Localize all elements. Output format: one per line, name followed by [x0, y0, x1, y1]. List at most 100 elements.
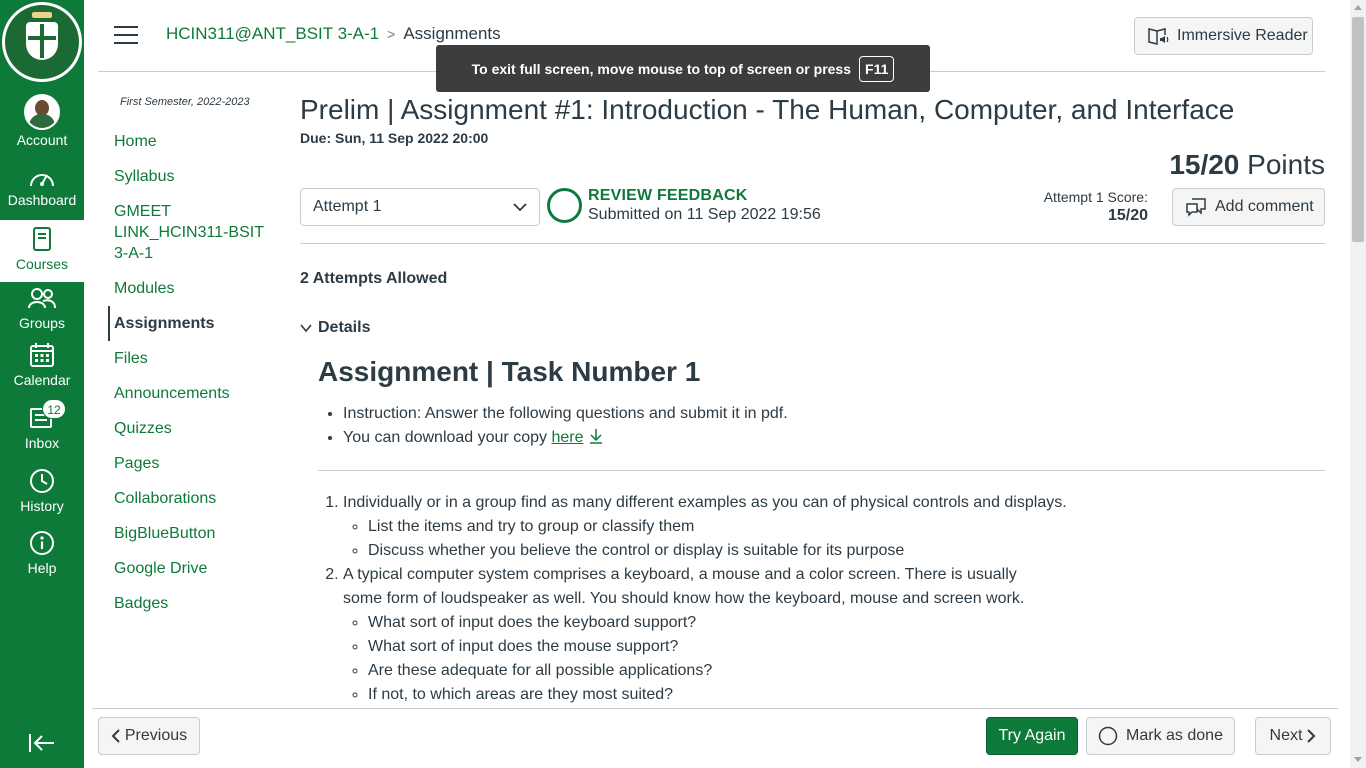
sub-question-item: What sort of input does the mouse suppor…	[368, 635, 1325, 659]
course-nav-collaborations[interactable]: Collaborations	[108, 481, 278, 516]
download-icon[interactable]	[588, 428, 604, 444]
module-footer: Previous Try Again Mark as done Next	[84, 709, 1350, 768]
nav-account[interactable]: Account	[0, 94, 84, 148]
fullscreen-toast-message: To exit full screen, move mouse to top o…	[471, 60, 852, 77]
fullscreen-exit-toast: To exit full screen, move mouse to top o…	[436, 45, 930, 92]
breadcrumb: HCIN311@ANT_BSIT 3-A-1 > Assignments	[166, 23, 501, 45]
scroll-down-arrow-icon[interactable]	[1354, 757, 1362, 762]
add-comment-button[interactable]: Add comment	[1172, 188, 1325, 226]
course-nav-quizzes[interactable]: Quizzes	[108, 411, 278, 446]
school-logo[interactable]	[2, 2, 82, 82]
download-here-link[interactable]: here	[551, 429, 583, 446]
question-item: Individually or in a group find as many …	[343, 491, 1325, 563]
nav-calendar-label: Calendar	[13, 372, 71, 388]
dashboard-icon	[30, 174, 54, 187]
page-scrollbar[interactable]	[1350, 0, 1366, 768]
task-heading: Assignment | Task Number 1	[318, 356, 701, 387]
sub-question-list: List the items and try to group or class…	[368, 515, 1325, 563]
try-again-button[interactable]: Try Again	[986, 717, 1078, 755]
nav-courses[interactable]: Courses	[0, 220, 84, 282]
nav-help-label: Help	[27, 560, 57, 576]
fullscreen-key-badge: F11	[859, 55, 895, 82]
nav-history-label: History	[20, 498, 64, 514]
details-toggle[interactable]: Details	[300, 319, 370, 337]
mark-as-done-button[interactable]: Mark as done	[1086, 717, 1235, 755]
sub-question-item: If not, to which areas are they most sui…	[368, 683, 1325, 707]
immersive-reader-button[interactable]: Immersive Reader	[1134, 17, 1313, 55]
breadcrumb-course-link[interactable]: HCIN311@ANT_BSIT 3-A-1	[166, 24, 379, 43]
points-label: Points	[1247, 149, 1325, 180]
previous-button[interactable]: Previous	[98, 717, 200, 755]
course-nav-announcements[interactable]: Announcements	[108, 376, 278, 411]
mark-as-done-label: Mark as done	[1126, 727, 1223, 744]
nav-dashboard[interactable]: Dashboard	[0, 166, 84, 208]
chevron-left-icon	[111, 729, 120, 743]
course-nav-assignments[interactable]: Assignments	[108, 306, 278, 341]
course-nav-google-drive[interactable]: Google Drive	[108, 551, 278, 586]
course-nav-files[interactable]: Files	[108, 341, 278, 376]
nav-dashboard-label: Dashboard	[7, 192, 77, 208]
assignment-main: Prelim | Assignment #1: Introduction - T…	[300, 92, 1325, 703]
chevron-down-icon	[513, 189, 527, 239]
chevron-right-icon	[1307, 729, 1316, 743]
next-button[interactable]: Next	[1255, 717, 1331, 755]
assignment-description: Assignment | Task Number 1 Instruction: …	[318, 354, 1325, 707]
nav-account-label: Account	[16, 132, 68, 148]
avatar	[24, 94, 60, 130]
question-text: A typical computer system comprises a ke…	[343, 566, 1017, 583]
nav-calendar[interactable]: Calendar	[0, 342, 84, 388]
course-nav-badges[interactable]: Badges	[108, 586, 278, 621]
course-nav-syllabus[interactable]: Syllabus	[108, 159, 278, 194]
scroll-thumb[interactable]	[1352, 17, 1364, 242]
comment-icon	[1186, 198, 1206, 217]
download-text: You can download your copy	[343, 429, 547, 446]
sub-question-item: What sort of input does the keyboard sup…	[368, 611, 1325, 635]
calendar-icon	[30, 343, 54, 367]
submission-status-circle-icon	[547, 188, 582, 223]
nav-help[interactable]: Help	[0, 530, 84, 576]
logo-year-banner	[32, 12, 52, 18]
question-text: Individually or in a group find as many …	[343, 494, 1067, 511]
course-nav-gmeet-link[interactable]: GMEET LINK_HCIN311-BSIT 3-A-1	[108, 194, 278, 271]
scroll-up-arrow-icon[interactable]	[1354, 5, 1362, 10]
points-score: 15/20	[1169, 149, 1240, 180]
add-comment-label: Add comment	[1215, 198, 1314, 215]
attempt-score-label: Attempt 1 Score:	[1043, 189, 1148, 205]
sub-question-list: What sort of input does the keyboard sup…	[368, 611, 1325, 707]
nav-inbox-label: Inbox	[24, 435, 60, 451]
course-nav: Home Syllabus GMEET LINK_HCIN311-BSIT 3-…	[108, 124, 278, 621]
question-text: some form of loudspeaker as well. You sh…	[343, 590, 1025, 607]
course-nav-modules[interactable]: Modules	[108, 271, 278, 306]
instruction-list: Instruction: Answer the following questi…	[343, 402, 1325, 450]
course-nav-home[interactable]: Home	[108, 124, 278, 159]
circle-check-icon	[1098, 726, 1118, 746]
attempt-select[interactable]: Attempt 1	[300, 188, 540, 226]
attempts-allowed: 2 Attempts Allowed	[300, 270, 448, 287]
inbox-unread-badge: 12	[42, 399, 66, 419]
attempt-score-value: 15/20	[1107, 207, 1148, 224]
immersive-reader-icon	[1148, 28, 1169, 45]
course-nav-pages[interactable]: Pages	[108, 446, 278, 481]
term-label: First Semester, 2022-2023	[120, 96, 250, 108]
collapse-nav-icon[interactable]	[28, 733, 56, 753]
next-label: Next	[1269, 727, 1303, 744]
nav-groups[interactable]: Groups	[0, 287, 84, 331]
sub-question-item: Are these adequate for all possible appl…	[368, 659, 1325, 683]
sub-question-item: List the items and try to group or class…	[368, 515, 1325, 539]
logo-shield-icon	[26, 22, 58, 60]
help-info-icon	[30, 531, 54, 555]
breadcrumb-current[interactable]: Assignments	[403, 24, 500, 43]
nav-history[interactable]: History	[0, 468, 84, 514]
chevron-down-icon	[300, 324, 312, 333]
question-list: Individually or in a group find as many …	[343, 491, 1325, 707]
content-divider	[318, 470, 1325, 471]
nav-courses-label: Courses	[15, 256, 69, 272]
review-feedback-link[interactable]: REVIEW FEEDBACK	[588, 187, 747, 205]
hamburger-menu-icon[interactable]	[114, 26, 138, 48]
nav-inbox[interactable]: 12 Inbox	[0, 399, 84, 451]
question-item: A typical computer system comprises a ke…	[343, 563, 1325, 707]
groups-icon	[28, 288, 56, 309]
try-again-label: Try Again	[998, 727, 1066, 744]
course-nav-bigbluebutton[interactable]: BigBlueButton	[108, 516, 278, 551]
instruction-item: You can download your copy here	[343, 426, 1325, 450]
